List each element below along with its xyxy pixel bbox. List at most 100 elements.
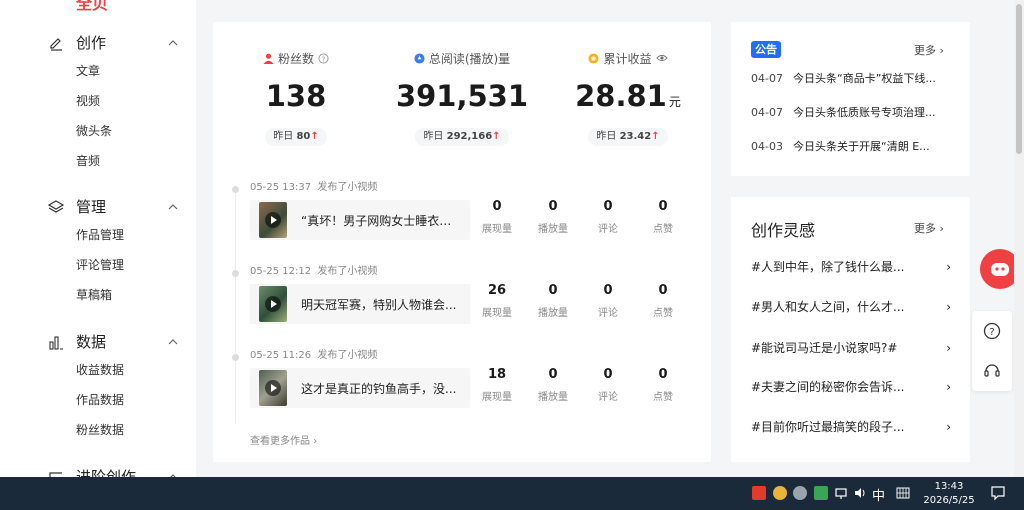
feed-video-card[interactable]: 这才是真正的钓鱼高手，没...	[250, 368, 470, 408]
inspiration-topic[interactable]: #能说司马迁是小说家吗?# ›	[751, 339, 951, 357]
coin-icon	[588, 52, 600, 64]
sidebar-item-drafts[interactable]: 草稿箱	[0, 280, 196, 310]
network-icon[interactable]	[834, 486, 848, 500]
feed-action: 发布了小视频	[317, 350, 378, 361]
sidebar-item-fans-data[interactable]: 粉丝数据	[0, 415, 196, 445]
announcement-date: 04-07	[751, 106, 783, 119]
timeline-dot	[232, 186, 239, 193]
feed-video-card[interactable]: 明天冠军赛，特别人物谁会...	[250, 284, 470, 324]
inspiration-topic[interactable]: #夫妻之间的秘密你会告诉... ›	[751, 378, 951, 396]
sidebar: 全贝 创作 文章 视频 微头条 音频 管理 作品管理 评论管理 草稿箱 数据 收…	[0, 0, 196, 477]
tray-app-icon[interactable]	[752, 486, 766, 500]
metric-plays: 0 播放量	[528, 366, 578, 403]
sidebar-item-comments-manage[interactable]: 评论管理	[0, 250, 196, 280]
tray-app-icon[interactable]	[793, 486, 807, 500]
read-icon	[414, 52, 425, 64]
sidebar-group-label: 创作	[76, 33, 107, 52]
metric-value: 0	[548, 367, 558, 382]
stat-income: 累计收益 28.81 元 昨日 23.42↑	[545, 22, 711, 146]
stat-reads: 总阅读(播放)量 391,531 昨日 292,166↑	[379, 22, 545, 146]
view-more-label: 查看更多作品	[250, 436, 310, 447]
inspiration-title: 创作灵感	[751, 221, 816, 240]
sidebar-item-income-data[interactable]: 收益数据	[0, 355, 196, 385]
metric-label: 播放量	[538, 308, 568, 319]
feed-header: 05-25 11:26 发布了小视频	[250, 348, 377, 364]
sidebar-item-works-manage[interactable]: 作品管理	[0, 220, 196, 250]
sidebar-group-header-data[interactable]: 数据	[0, 327, 196, 355]
announcement-title: 今日头条关于开展“清朗 E...	[793, 140, 930, 153]
sidebar-group-create: 创作 文章 视频 微头条 音频	[0, 28, 196, 176]
play-icon	[265, 212, 281, 228]
sidebar-group-manage: 管理 作品管理 评论管理 草稿箱	[0, 192, 196, 310]
metric-comments: 0 评论	[583, 366, 633, 403]
metric-label: 评论	[598, 392, 618, 403]
announcement-badge: 公告	[751, 41, 781, 58]
video-thumbnail	[259, 370, 287, 406]
announcement-item[interactable]: 04-07 今日头条“商品卡”权益下线...	[751, 71, 945, 87]
sidebar-group-header-advanced[interactable]: 进阶创作	[0, 462, 196, 477]
tray-app-icon[interactable]	[773, 486, 787, 500]
inspiration-topic[interactable]: #目前你听过最搞笑的段子... ›	[751, 418, 951, 436]
volume-icon[interactable]	[853, 486, 867, 500]
stat-value: 391,531	[395, 79, 529, 113]
metric-value: 0	[658, 199, 668, 214]
floating-help-panel: ?	[972, 311, 1012, 391]
metric-label: 展现量	[482, 224, 512, 235]
inspiration-topic[interactable]: #男人和女人之间，什么才... ›	[751, 298, 951, 316]
sidebar-item-cut[interactable]: 全贝	[76, 0, 108, 13]
metric-likes: 0 点赞	[638, 282, 688, 319]
yesterday-badge: 昨日 23.42↑	[588, 128, 668, 146]
notification-icon[interactable]	[990, 485, 1006, 501]
feed-action: 发布了小视频	[317, 182, 378, 193]
metric-label: 点赞	[653, 308, 673, 319]
announcement-item[interactable]: 04-07 今日头条低质账号专项治理...	[751, 105, 945, 121]
eye-icon[interactable]	[655, 53, 668, 63]
feed-video-title: 这才是真正的钓鱼高手，没...	[301, 381, 457, 396]
chevron-up-icon	[168, 339, 178, 345]
yesterday-value: 292,166	[446, 131, 493, 142]
layers-icon	[48, 200, 64, 213]
sidebar-item-article[interactable]: 文章	[0, 56, 196, 86]
announcement-more-link[interactable]: 更多 ›	[914, 42, 944, 58]
help-icon[interactable]: ?	[983, 322, 1001, 340]
video-thumbnail	[259, 202, 287, 238]
page-scrollbar[interactable]	[1014, 0, 1024, 477]
metric-label: 评论	[598, 224, 618, 235]
chevron-right-icon: ›	[946, 341, 951, 355]
timeline-dot	[232, 354, 239, 361]
sidebar-group-header-manage[interactable]: 管理	[0, 192, 196, 220]
sidebar-item-video[interactable]: 视频	[0, 86, 196, 116]
metric-value: 0	[548, 199, 558, 214]
stat-fans: 粉丝数 ? 138 昨日 80↑	[213, 22, 379, 146]
sidebar-item-works-data[interactable]: 作品数据	[0, 385, 196, 415]
advanced-icon	[49, 472, 62, 477]
headset-icon[interactable]	[983, 361, 1001, 379]
bar-chart-icon	[49, 336, 63, 350]
metric-plays: 0 播放量	[528, 198, 578, 235]
trend-up-icon: ↑	[651, 131, 660, 142]
ime-indicator[interactable]: 中	[872, 485, 885, 504]
help-icon[interactable]: ?	[318, 52, 329, 64]
metric-comments: 0 评论	[583, 198, 633, 235]
feed-video-card[interactable]: “真坏！男子网购女士睡衣当...	[250, 200, 470, 240]
view-more-works-link[interactable]: 查看更多作品 ›	[250, 432, 317, 447]
sidebar-item-microtoutiao[interactable]: 微头条	[0, 116, 196, 146]
stat-unit: 元	[668, 95, 681, 109]
feed-time: 05-25 13:37	[250, 182, 312, 193]
tray-app-icon[interactable]	[814, 486, 828, 500]
inspiration-more-link[interactable]: 更多 ›	[914, 220, 944, 236]
svg-text:?: ?	[322, 54, 326, 63]
inspiration-topic[interactable]: #人到中年，除了钱什么最... ›	[751, 258, 951, 276]
keyboard-grid-icon[interactable]	[896, 486, 910, 500]
trend-up-icon: ↑	[310, 131, 319, 142]
metric-value: 18	[487, 367, 507, 382]
sidebar-group-advanced: 进阶创作	[0, 462, 196, 477]
more-label: 更多	[914, 222, 936, 235]
feed-time: 05-25 12:12	[250, 266, 312, 277]
sidebar-item-audio[interactable]: 音频	[0, 146, 196, 176]
play-icon	[265, 380, 281, 396]
sidebar-group-header-create[interactable]: 创作	[0, 28, 196, 56]
taskbar-clock[interactable]: 13:43 2026/5/25	[918, 480, 980, 508]
scrollbar-thumb[interactable]	[1016, 4, 1022, 154]
announcement-item[interactable]: 04-03 今日头条关于开展“清朗 E...	[751, 139, 945, 155]
